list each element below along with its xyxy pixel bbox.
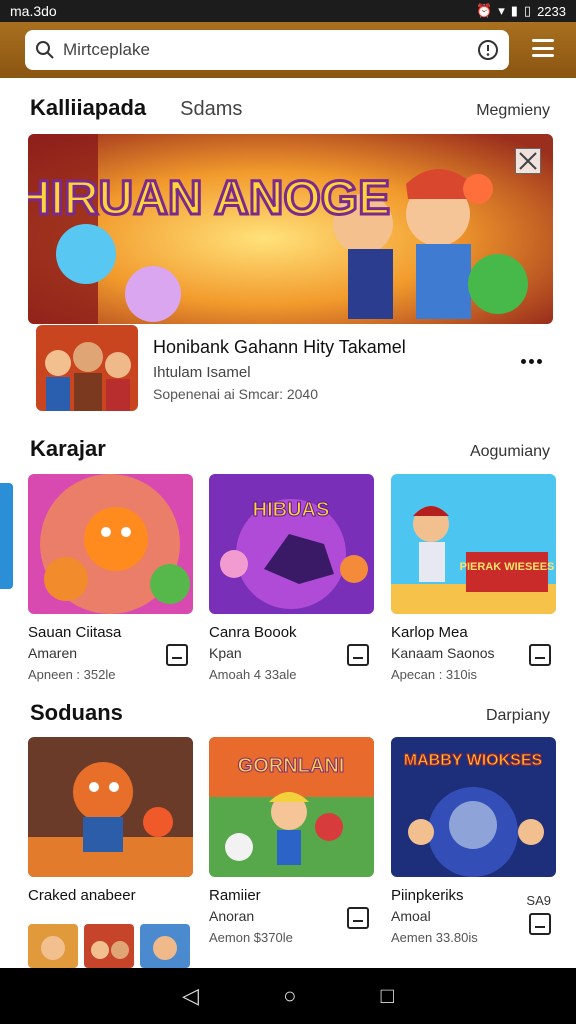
game-art-title: HIBUAS	[253, 499, 330, 521]
game-thumbnail: HIBUAS	[209, 474, 374, 614]
banner-art: HIRUAN ANOGE	[28, 134, 553, 324]
game-meta: Amoah 4 33ale	[209, 667, 297, 682]
system-nav-bar: ◁ ○ □	[0, 968, 576, 1024]
game-title: Craked anabeer	[28, 887, 136, 904]
featured-banner[interactable]: HIRUAN ANOGE	[28, 134, 553, 324]
battery-icon: ▯	[523, 3, 532, 18]
close-icon[interactable]	[515, 148, 541, 174]
game-meta: Aemon $370le	[209, 930, 293, 945]
game-title: Karlop Mea	[391, 624, 468, 641]
recents-icon[interactable]: □	[381, 983, 394, 1009]
bookmark-icon[interactable]	[166, 644, 188, 666]
menu-icon[interactable]	[532, 37, 554, 59]
section-title: Kalliiapada	[30, 95, 147, 120]
game-meta: Apecan : 310is	[391, 667, 478, 682]
featured-meta: Sopenenai ai Smcar: 2040	[153, 386, 318, 402]
game-card[interactable]: PIERAK WIESEES Karlop Mea Kanaam Saonos …	[391, 474, 556, 682]
mini-thumbnail[interactable]	[140, 924, 190, 968]
game-title: Sauan Ciitasa	[28, 624, 122, 641]
game-art-title: MABBY WIOKSES	[404, 752, 543, 769]
search-input[interactable]: Mirtceplake	[63, 40, 477, 60]
featured-thumbnail	[36, 325, 138, 411]
game-badge: SA9	[526, 893, 551, 908]
status-right-text: 2233	[537, 3, 566, 19]
section-header-2: Karajar Aogumiany	[30, 436, 550, 462]
wifi-icon: ▾	[498, 3, 505, 18]
game-title: Canra Boook	[209, 624, 297, 641]
section-title: Soduans	[30, 700, 123, 725]
game-card[interactable]: GORNLANI Ramiier Anoran Aemon $370le	[209, 737, 374, 945]
more-options-icon[interactable]	[521, 359, 542, 364]
section-header-1: Kalliiapada Sdams Megmieny	[30, 95, 550, 121]
status-icons: ⏰ ▾ ▮ ▯ 2233	[476, 3, 566, 19]
game-art-title: GORNLANI	[238, 755, 345, 777]
tab-sdams[interactable]: Sdams	[180, 98, 242, 121]
section-header-3: Soduans Darpiany	[30, 700, 550, 726]
game-meta: Apneen : 352le	[28, 667, 116, 682]
bookmark-icon[interactable]	[347, 907, 369, 929]
see-more-link[interactable]: Darpiany	[486, 707, 550, 725]
search-icon	[36, 41, 54, 59]
signal-icon: ▮	[510, 3, 518, 18]
game-title: Ramiier	[209, 887, 261, 904]
status-time: ma.3do	[10, 3, 57, 19]
info-icon[interactable]	[477, 39, 499, 61]
mini-thumbnail[interactable]	[84, 924, 134, 968]
side-drawer-handle[interactable]	[0, 483, 13, 589]
back-icon[interactable]: ◁	[182, 983, 199, 1009]
section-title: Karajar	[30, 436, 106, 461]
game-thumbnail: MABBY WIOKSES	[391, 737, 556, 877]
bookmark-icon[interactable]	[529, 644, 551, 666]
bookmark-icon[interactable]	[347, 644, 369, 666]
game-art-title: PIERAK WIESEES	[460, 561, 555, 573]
alarm-icon: ⏰	[476, 3, 493, 18]
banner-title: HIRUAN ANOGE	[28, 172, 390, 225]
see-more-link[interactable]: Aogumiany	[470, 443, 550, 461]
bookmark-icon[interactable]	[529, 913, 551, 935]
game-thumbnail: GORNLANI	[209, 737, 374, 877]
game-card[interactable]: HIBUAS Canra Boook Kpan Amoah 4 33ale	[209, 474, 374, 682]
featured-subtitle: Ihtulam Isamel	[153, 364, 251, 381]
home-icon[interactable]: ○	[283, 983, 296, 1009]
search-bar[interactable]: Mirtceplake	[25, 30, 509, 70]
game-card[interactable]: Sauan Ciitasa Amaren Apneen : 352le	[28, 474, 193, 682]
featured-title: Honibank Gahann Hity Takamel	[153, 337, 406, 357]
mini-thumbnail[interactable]	[28, 924, 78, 968]
see-more-link[interactable]: Megmieny	[476, 102, 550, 120]
game-thumbnail	[28, 737, 193, 877]
status-bar: ma.3do ⏰ ▾ ▮ ▯ 2233	[0, 0, 576, 22]
top-app-bar: Mirtceplake	[0, 22, 576, 78]
game-card[interactable]: MABBY WIOKSES Piinpkeriks Amoal Aemen 33…	[391, 737, 556, 945]
game-thumbnail: PIERAK WIESEES	[391, 474, 556, 614]
game-card[interactable]: Craked anabeer	[28, 737, 193, 904]
featured-item[interactable]: Honibank Gahann Hity Takamel Ihtulam Isa…	[36, 325, 542, 413]
game-thumbnail	[28, 474, 193, 614]
